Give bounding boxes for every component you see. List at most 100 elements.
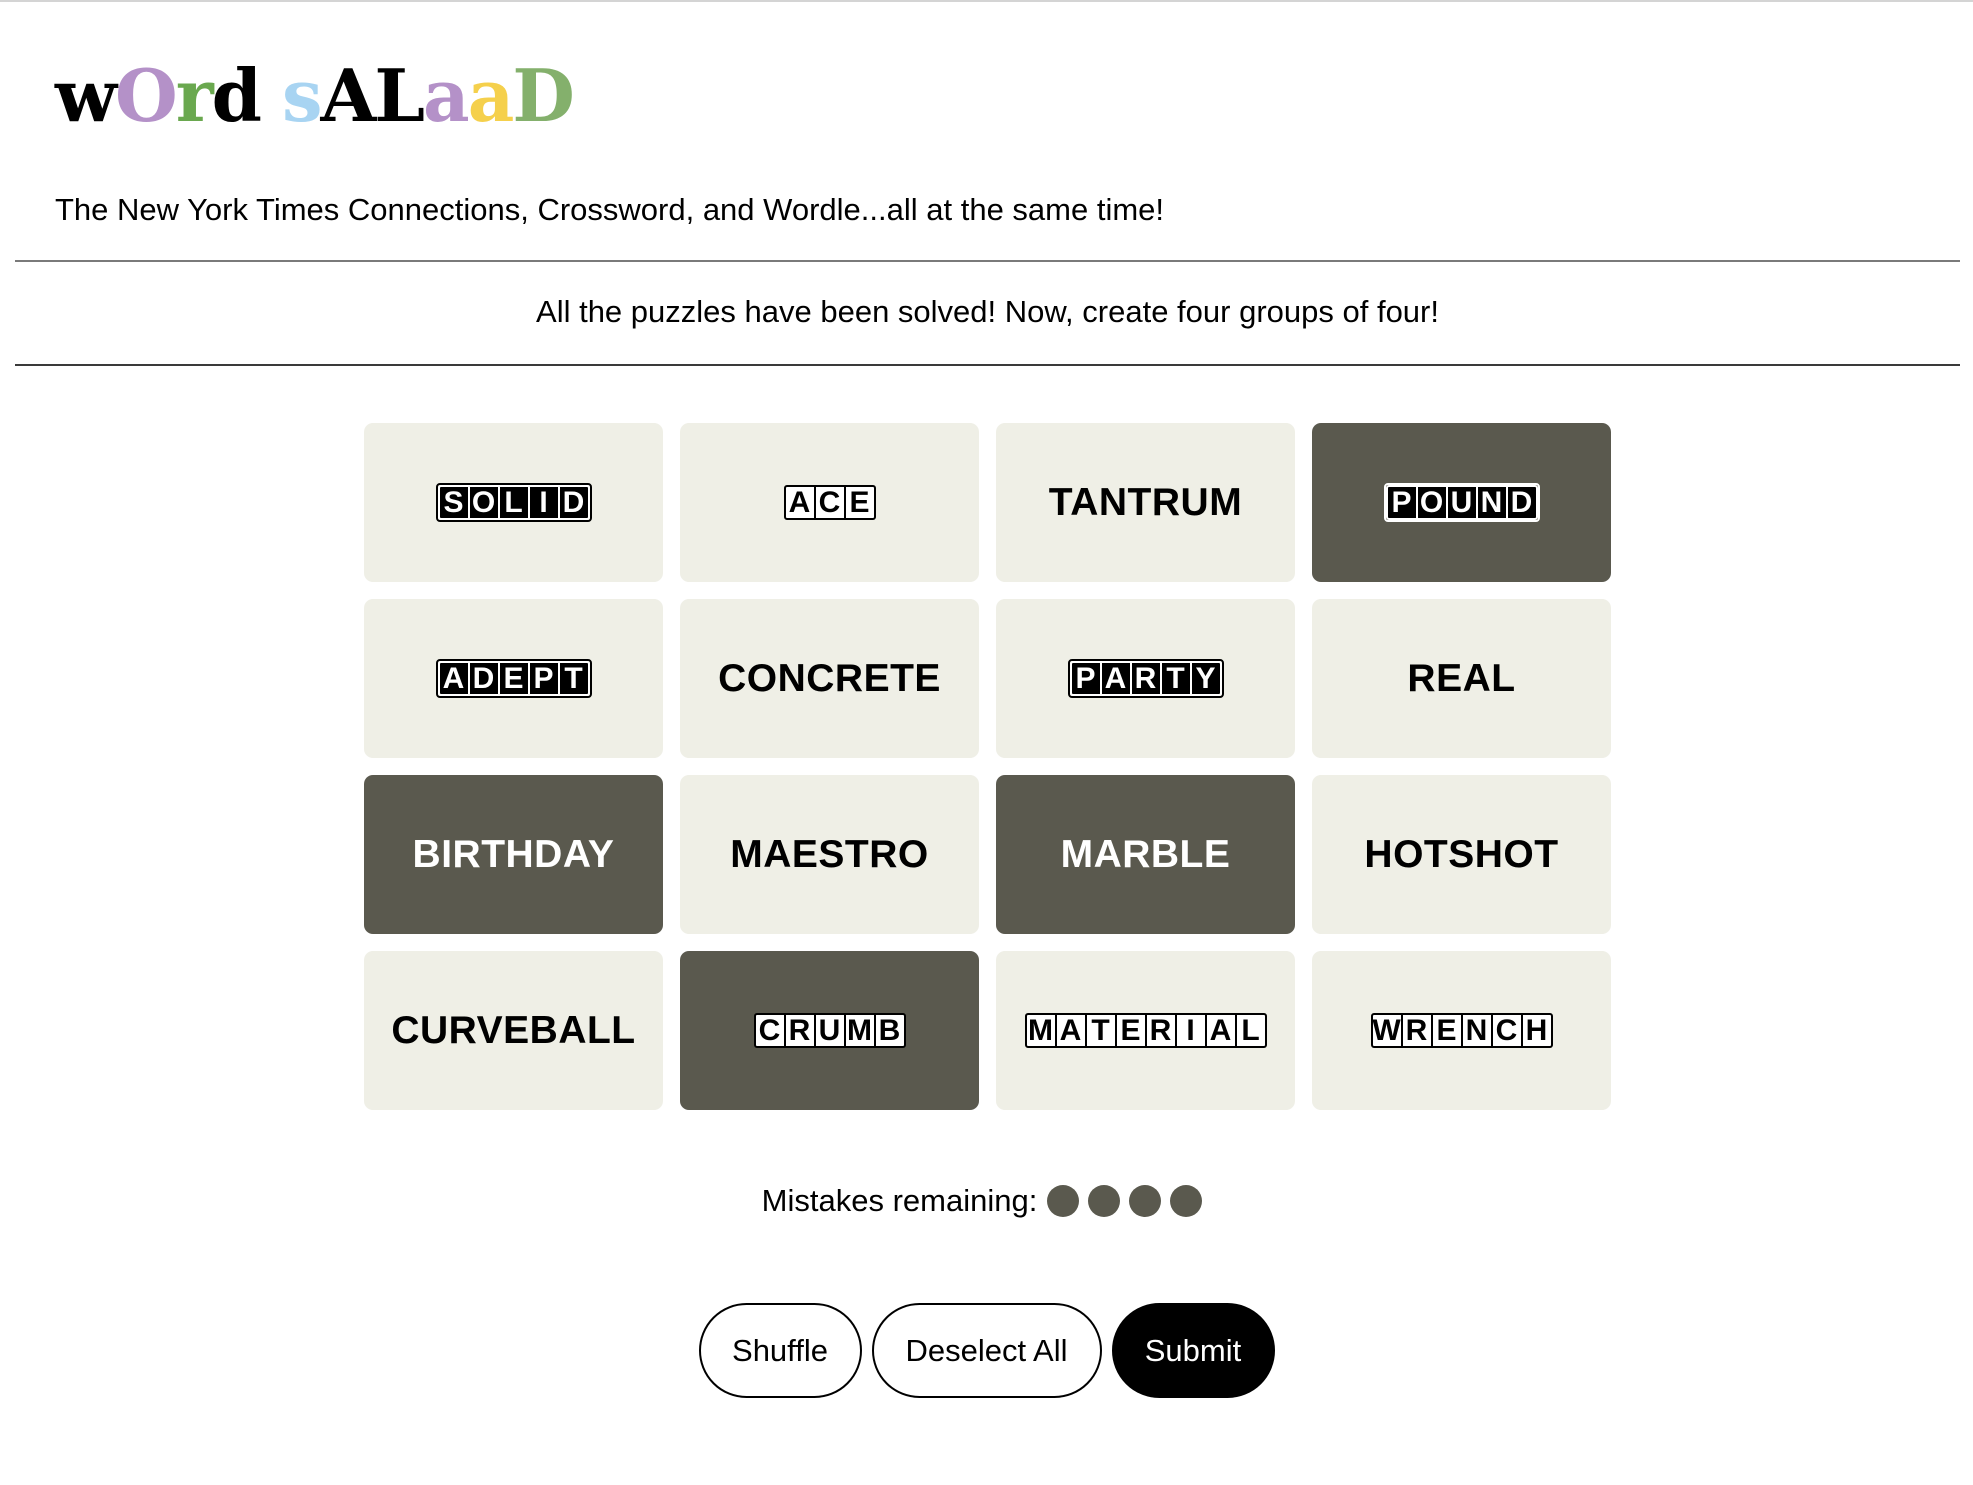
letter-box: I (527, 485, 560, 520)
logo-letter: A (320, 53, 377, 138)
tile-word-boxes: ADEPT (435, 659, 592, 698)
mistake-dot (1047, 1185, 1080, 1217)
tile-word: REAL (1407, 656, 1516, 700)
letter-box: D (1505, 485, 1538, 520)
word-tile[interactable]: PARTY (996, 599, 1295, 758)
word-tile[interactable]: MAESTRO (680, 775, 979, 934)
word-tile[interactable]: REAL (1312, 599, 1611, 758)
letter-box: S (437, 485, 470, 520)
logo-letter (260, 56, 282, 136)
word-tile[interactable]: TANTRUM (996, 423, 1295, 582)
word-tile[interactable]: HOTSHOT (1312, 775, 1611, 934)
letter-box: D (467, 661, 500, 696)
letter-box: A (1054, 1013, 1087, 1048)
tile-word: HOTSHOT (1364, 832, 1559, 876)
letter-box: P (527, 661, 560, 696)
letter-box: C (1490, 1013, 1523, 1048)
tile-word: TANTRUM (1048, 480, 1243, 524)
tile-word-boxes: PARTY (1067, 659, 1224, 698)
letter-box: M (1024, 1013, 1057, 1048)
letter-box: O (467, 485, 500, 520)
letter-box: N (1475, 485, 1508, 520)
top-border (0, 0, 1973, 2)
page: wOrd sALaaD The New York Times Connectio… (0, 0, 1973, 1485)
letter-box: L (497, 485, 530, 520)
letter-box: A (1099, 661, 1132, 696)
letter-box: E (843, 485, 876, 520)
tile-word: CURVEBALL (391, 1008, 636, 1052)
letter-box: L (1234, 1013, 1267, 1048)
letter-box: C (753, 1013, 786, 1048)
letter-box: R (1400, 1013, 1433, 1048)
letter-box: R (1129, 661, 1162, 696)
tile-word: MAESTRO (730, 832, 929, 876)
tile-word: BIRTHDAY (412, 832, 615, 876)
word-tile[interactable]: SOLID (364, 423, 663, 582)
divider (15, 364, 1960, 366)
letter-box: W (1370, 1013, 1403, 1048)
letter-box: U (1445, 485, 1478, 520)
word-tile[interactable]: CURVEBALL (364, 951, 663, 1110)
letter-box: Y (1189, 661, 1222, 696)
letter-box: R (1144, 1013, 1177, 1048)
letter-box: T (1084, 1013, 1117, 1048)
letter-box: M (843, 1013, 876, 1048)
submit-button[interactable]: Submit (1111, 1303, 1275, 1398)
tile-word: MARBLE (1060, 832, 1231, 876)
letter-box: D (557, 485, 590, 520)
logo-letter: a (467, 53, 515, 138)
shuffle-button[interactable]: Shuffle (698, 1303, 862, 1398)
word-tile[interactable]: BIRTHDAY (364, 775, 663, 934)
tile-word-boxes: MATERIAL (1024, 1013, 1267, 1048)
letter-box: R (783, 1013, 816, 1048)
letter-box: C (813, 485, 846, 520)
letter-box: N (1460, 1013, 1493, 1048)
word-tile[interactable]: WRENCH (1312, 951, 1611, 1110)
word-tile[interactable]: CONCRETE (680, 599, 979, 758)
tile-word-boxes: ACE (783, 485, 876, 520)
tile-word-boxes: CRUMB (753, 1013, 906, 1048)
letter-box: P (1069, 661, 1102, 696)
letter-box: E (1114, 1013, 1147, 1048)
logo-letter: O (114, 53, 178, 138)
letter-box: P (1385, 485, 1418, 520)
tagline: The New York Times Connections, Crosswor… (55, 192, 1165, 227)
letter-box: A (437, 661, 470, 696)
letter-box: A (1204, 1013, 1237, 1048)
word-tile[interactable]: MATERIAL (996, 951, 1295, 1110)
letter-box: T (1159, 661, 1192, 696)
logo-letter: s (281, 53, 323, 138)
status-banner: All the puzzles have been solved! Now, c… (536, 294, 1439, 329)
word-grid: S O L I D A C E TANTRUM P O U N D A D E P T CONCRETE P A R T Y RE… (364, 423, 1611, 1110)
letter-box: E (497, 661, 530, 696)
word-tile[interactable]: ADEPT (364, 599, 663, 758)
letter-box: E (1430, 1013, 1463, 1048)
letter-box: U (813, 1013, 846, 1048)
word-tile[interactable]: MARBLE (996, 775, 1295, 934)
letter-box: I (1174, 1013, 1207, 1048)
mistake-dot (1170, 1185, 1203, 1217)
mistakes-remaining: Mistakes remaining: (0, 1181, 1973, 1221)
tile-word: CONCRETE (718, 656, 941, 700)
mistake-dots (1047, 1185, 1211, 1217)
tile-word-boxes: WRENCH (1370, 1013, 1553, 1048)
letter-box: T (557, 661, 590, 696)
mistake-dot (1129, 1185, 1162, 1217)
logo-letter: r (175, 53, 214, 138)
mistakes-label: Mistakes remaining: (761, 1183, 1038, 1218)
logo-letter: d (211, 53, 262, 138)
logo-letter: L (374, 53, 425, 138)
word-tile[interactable]: CRUMB (680, 951, 979, 1110)
logo: wOrd sALaaD (55, 53, 575, 138)
deselect-all-button[interactable]: Deselect All (871, 1303, 1102, 1398)
word-tile[interactable]: POUND (1312, 423, 1611, 582)
letter-box: O (1415, 485, 1448, 520)
logo-letter: w (55, 53, 117, 138)
letter-box: H (1520, 1013, 1553, 1048)
letter-box: B (873, 1013, 906, 1048)
mistake-dot (1088, 1185, 1121, 1217)
word-tile[interactable]: ACE (680, 423, 979, 582)
action-buttons: Shuffle Deselect All Submit (0, 1303, 1973, 1398)
logo-letter: a (423, 53, 470, 138)
logo-letter: D (512, 53, 574, 138)
